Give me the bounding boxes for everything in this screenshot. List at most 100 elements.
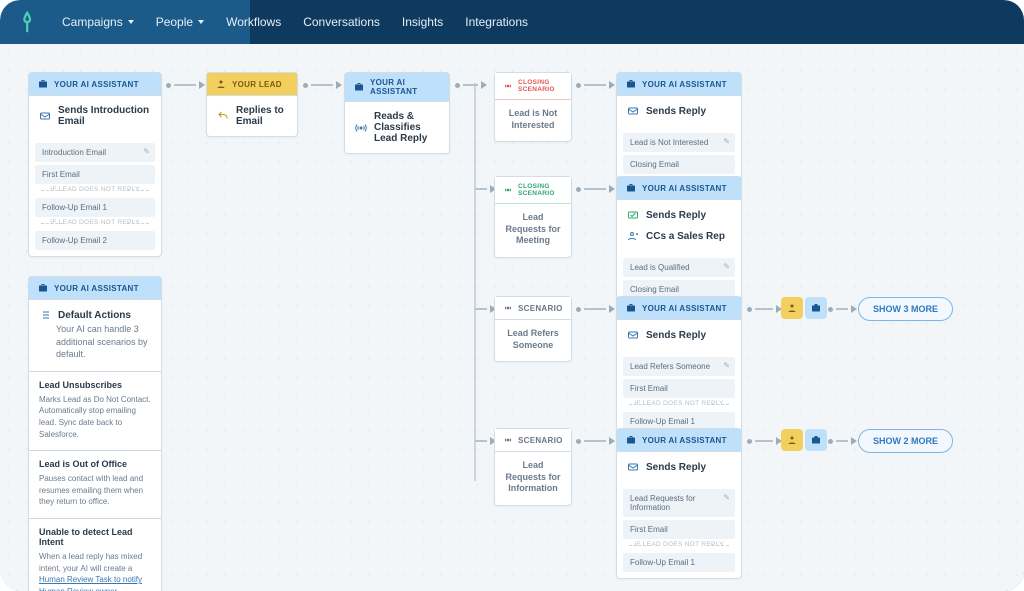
connector <box>828 304 857 314</box>
envelope-icon <box>627 461 639 473</box>
node-title: YOUR AI ASSISTANT <box>54 284 139 293</box>
nav-campaigns[interactable]: Campaigns <box>62 15 134 29</box>
workflow-canvas[interactable]: YOUR AI ASSISTANT Sends Introduction Ema… <box>0 44 1024 591</box>
node-ai-intro[interactable]: YOUR AI ASSISTANT Sends Introduction Ema… <box>28 72 162 257</box>
node-ai-classify[interactable]: YOUR AI ASSISTANT Reads & Classifies Lea… <box>344 72 450 154</box>
person-add-icon <box>627 230 639 242</box>
briefcase-icon <box>625 434 637 446</box>
seq-separator: IF LEAD DOES NOT REPLY <box>623 398 735 409</box>
show-more-button[interactable]: SHOW 2 MORE <box>858 429 953 453</box>
seq-separator: IF LEAD DOES NOT REPLY <box>35 184 155 195</box>
nav-insights[interactable]: Insights <box>402 15 443 29</box>
reply-icon <box>217 110 229 122</box>
node-action: Sends Reply <box>646 210 706 221</box>
node-title: YOUR AI ASSISTANT <box>642 304 727 313</box>
node-action: Default Actions <box>58 310 131 321</box>
nav-conversations[interactable]: Conversations <box>303 15 380 29</box>
broadcast-icon <box>503 435 513 445</box>
node-title: SCENARIO <box>518 304 563 313</box>
broadcast-icon <box>355 122 367 134</box>
default-section-text: When a lead reply has mixed intent, your… <box>29 551 161 591</box>
seq-item[interactable]: Follow-Up Email 1 <box>35 198 155 217</box>
seq-item[interactable]: Lead Requests for Information✎ <box>623 489 735 517</box>
mini-node-ai[interactable] <box>805 297 827 319</box>
mini-node-lead[interactable] <box>781 429 803 451</box>
edit-icon[interactable]: ✎ <box>723 493 730 502</box>
node-title: YOUR AI ASSISTANT <box>54 80 139 89</box>
node-closing-scenario-1[interactable]: CLOSING SCENARIO Lead is Not Interested <box>494 72 572 142</box>
node-ai-reply-4[interactable]: YOUR AI ASSISTANT Sends Reply Lead Reque… <box>616 428 742 579</box>
connector <box>747 304 782 314</box>
mini-node-ai[interactable] <box>805 429 827 451</box>
nav-integrations[interactable]: Integrations <box>465 15 528 29</box>
briefcase-icon <box>625 302 637 314</box>
connector <box>303 80 342 90</box>
check-envelope-icon <box>627 209 639 221</box>
node-action: Replies to Email <box>236 105 287 127</box>
default-section-title: Lead Unsubscribes <box>29 372 161 394</box>
default-section-title: Lead is Out of Office <box>29 451 161 473</box>
broadcast-icon <box>503 303 513 313</box>
scenario-label: Lead is Not Interested <box>495 100 571 141</box>
show-more-button[interactable]: SHOW 3 MORE <box>858 297 953 321</box>
node-closing-scenario-2[interactable]: CLOSING SCENARIO Lead Requests for Meeti… <box>494 176 572 258</box>
connector <box>166 80 205 90</box>
scenario-label: Lead Requests for Information <box>495 452 571 505</box>
envelope-icon <box>627 105 639 117</box>
connector <box>576 304 615 314</box>
seq-item[interactable]: First Email <box>623 379 735 398</box>
connector <box>828 436 857 446</box>
connector <box>576 80 615 90</box>
nav-workflows[interactable]: Workflows <box>226 15 281 29</box>
nav-people[interactable]: People <box>156 15 204 29</box>
default-section-text: Marks Lead as Do Not Contact. Automatica… <box>29 394 161 451</box>
top-nav: Campaigns People Workflows Conversations… <box>0 0 1024 44</box>
node-action: Sends Reply <box>646 330 706 341</box>
seq-item[interactable]: Follow-Up Email 1 <box>623 553 735 572</box>
edit-icon[interactable]: ✎ <box>723 137 730 146</box>
seq-separator: IF LEAD DOES NOT REPLY <box>35 217 155 228</box>
node-action: Sends Introduction Email <box>58 105 151 127</box>
branch-line <box>474 83 476 481</box>
seq-item[interactable]: Lead is Not Interested✎ <box>623 133 735 152</box>
node-ai-reply-1[interactable]: YOUR AI ASSISTANT Sends Reply Lead is No… <box>616 72 742 181</box>
node-action: Sends Reply <box>646 106 706 117</box>
briefcase-icon <box>37 282 49 294</box>
node-default-actions[interactable]: YOUR AI ASSISTANT Default Actions Your A… <box>28 276 162 591</box>
node-action: CCs a Sales Rep <box>646 231 725 242</box>
chevron-down-icon <box>198 20 204 24</box>
connector <box>576 184 615 194</box>
briefcase-icon <box>353 81 365 93</box>
edit-icon[interactable]: ✎ <box>723 361 730 370</box>
node-ai-reply-2[interactable]: YOUR AI ASSISTANT Sends Reply CCs a Sale… <box>616 176 742 306</box>
connector <box>475 184 496 194</box>
node-title: YOUR AI ASSISTANT <box>370 78 441 96</box>
chevron-down-icon <box>128 20 134 24</box>
mini-node-lead[interactable] <box>781 297 803 319</box>
scenario-label: Lead Requests for Meeting <box>495 204 571 257</box>
app-logo <box>18 11 40 33</box>
node-title: CLOSING SCENARIO <box>518 183 563 197</box>
person-icon <box>786 302 798 314</box>
seq-item[interactable]: Closing Email <box>623 155 735 174</box>
briefcase-icon <box>810 434 822 446</box>
seq-item[interactable]: Lead is Qualified✎ <box>623 258 735 277</box>
edit-icon[interactable]: ✎ <box>723 262 730 271</box>
node-ai-reply-3[interactable]: YOUR AI ASSISTANT Sends Reply Lead Refer… <box>616 296 742 438</box>
human-review-link[interactable]: Human Review Task to notify Human Review… <box>39 575 142 591</box>
node-scenario-3[interactable]: SCENARIO Lead Refers Someone <box>494 296 572 362</box>
seq-item[interactable]: Introduction Email✎ <box>35 143 155 162</box>
broadcast-icon <box>503 185 513 195</box>
briefcase-icon <box>625 78 637 90</box>
seq-item[interactable]: First Email <box>623 520 735 539</box>
seq-item[interactable]: Lead Refers Someone✎ <box>623 357 735 376</box>
edit-icon[interactable]: ✎ <box>143 147 150 156</box>
connector <box>475 436 496 446</box>
list-icon <box>39 309 51 321</box>
seq-item[interactable]: First Email <box>35 165 155 184</box>
envelope-icon <box>39 110 51 122</box>
seq-item[interactable]: Follow-Up Email 2 <box>35 231 155 250</box>
person-icon <box>786 434 798 446</box>
node-lead[interactable]: YOUR LEAD Replies to Email <box>206 72 298 137</box>
node-scenario-4[interactable]: SCENARIO Lead Requests for Information <box>494 428 572 506</box>
